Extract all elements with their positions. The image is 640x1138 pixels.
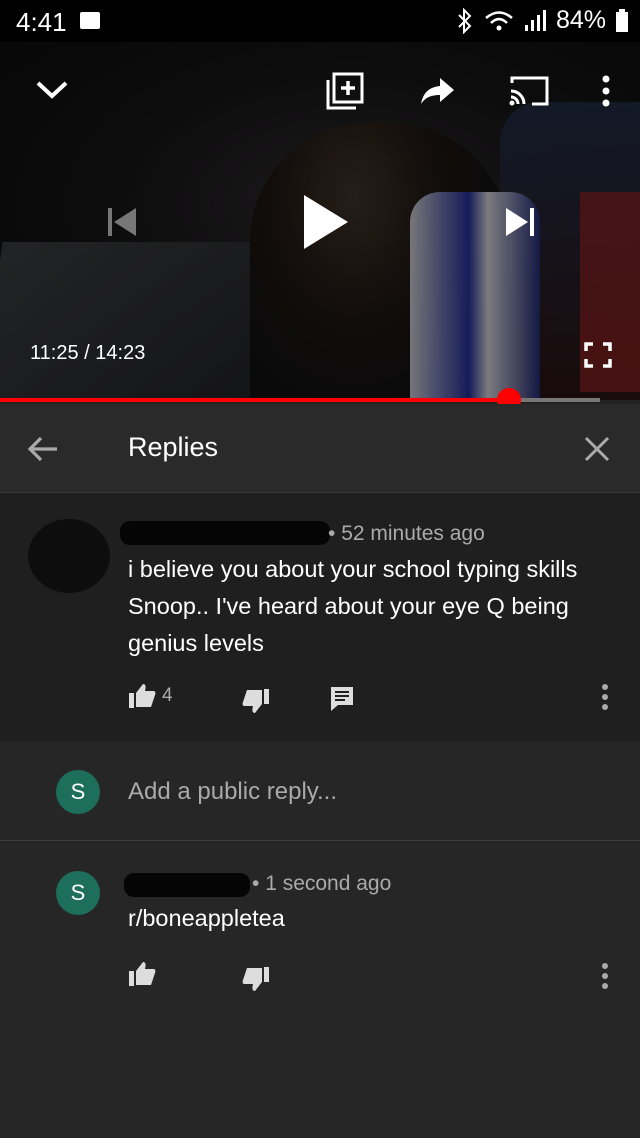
status-time: 4:41 bbox=[16, 7, 67, 37]
comment-time: 52 minutes ago bbox=[341, 522, 485, 545]
more-vertical-icon bbox=[602, 75, 610, 107]
reply-time: 1 second ago bbox=[265, 872, 392, 895]
dislike-button[interactable] bbox=[242, 966, 270, 992]
play-icon bbox=[304, 195, 348, 249]
skip-next-icon bbox=[506, 208, 534, 236]
notification-icon bbox=[80, 12, 100, 29]
replies-title: Replies bbox=[128, 432, 219, 462]
bluetooth-icon bbox=[458, 7, 472, 34]
share-button[interactable] bbox=[414, 70, 462, 112]
fullscreen-icon bbox=[584, 342, 612, 368]
thumbs-down-icon bbox=[242, 689, 269, 713]
thumbs-down-icon bbox=[242, 967, 269, 991]
more-options-button[interactable] bbox=[588, 68, 624, 114]
redacted-username bbox=[120, 521, 330, 545]
next-button[interactable] bbox=[494, 198, 546, 246]
like-button[interactable] bbox=[128, 961, 156, 987]
battery-percent: 84% bbox=[555, 6, 606, 34]
avatar bbox=[28, 519, 110, 593]
minimize-button[interactable] bbox=[28, 70, 76, 110]
chevron-down-icon bbox=[36, 81, 68, 99]
skip-previous-icon bbox=[108, 208, 136, 236]
time-display: 11:25 / 14:23 bbox=[30, 342, 145, 365]
reply-meta: • 1 second ago bbox=[252, 872, 392, 895]
add-reply-bar[interactable]: S Add a public reply... bbox=[0, 742, 640, 841]
redacted-username bbox=[124, 873, 250, 897]
dislike-button[interactable] bbox=[242, 688, 270, 714]
thumbs-up-icon bbox=[129, 684, 156, 708]
comment-meta: • 52 minutes ago bbox=[328, 522, 485, 545]
battery-icon bbox=[616, 8, 628, 32]
reply-text: r/boneappletea bbox=[128, 905, 285, 931]
add-playlist-icon bbox=[326, 72, 364, 110]
reply-comment: S • 1 second ago r/boneappletea bbox=[0, 841, 640, 1138]
status-bar: 4:41 84% bbox=[0, 0, 640, 42]
video-player[interactable]: 11:25 / 14:23 bbox=[0, 42, 640, 400]
cast-button[interactable] bbox=[504, 70, 554, 112]
total-time: 14:23 bbox=[95, 342, 146, 364]
previous-button[interactable] bbox=[96, 198, 148, 246]
back-button[interactable] bbox=[20, 426, 66, 472]
cast-icon bbox=[509, 76, 549, 106]
wifi-icon bbox=[485, 10, 513, 30]
current-time: 11:25 bbox=[30, 342, 79, 364]
reply-input[interactable]: Add a public reply... bbox=[128, 778, 337, 806]
signal-icon bbox=[524, 9, 546, 31]
comment-more-button[interactable] bbox=[601, 683, 609, 711]
comment-icon bbox=[331, 687, 353, 711]
comment-more-button[interactable] bbox=[601, 962, 609, 990]
parent-comment: • 52 minutes ago i believe you about you… bbox=[0, 493, 640, 741]
share-arrow-icon bbox=[421, 78, 454, 104]
close-button[interactable] bbox=[574, 426, 620, 472]
more-vertical-icon bbox=[602, 963, 608, 989]
reply-button[interactable] bbox=[330, 686, 354, 712]
arrow-back-icon bbox=[27, 436, 57, 462]
like-count: 4 bbox=[162, 685, 173, 706]
more-vertical-icon bbox=[602, 684, 608, 710]
play-button[interactable] bbox=[292, 188, 360, 256]
close-icon bbox=[584, 436, 610, 462]
avatar: S bbox=[56, 770, 100, 814]
avatar: S bbox=[56, 871, 100, 915]
add-to-playlist-button[interactable] bbox=[322, 68, 368, 114]
fullscreen-button[interactable] bbox=[578, 336, 618, 374]
time-separator: / bbox=[84, 342, 90, 364]
progress-played bbox=[0, 398, 509, 402]
replies-header: Replies bbox=[0, 404, 640, 493]
comment-text: i believe you about your school typing s… bbox=[128, 556, 578, 656]
thumbs-up-icon bbox=[129, 962, 156, 986]
like-button[interactable]: 4 bbox=[128, 683, 173, 709]
progress-bar[interactable] bbox=[0, 388, 600, 412]
